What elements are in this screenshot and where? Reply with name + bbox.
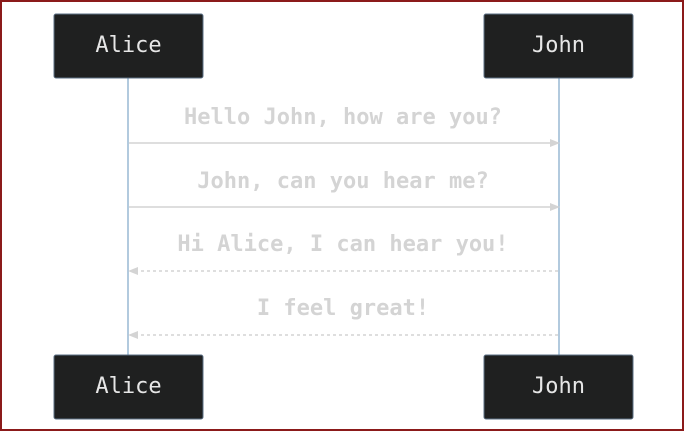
message-2: John, can you hear me?: [129, 169, 560, 211]
message-label: John, can you hear me?: [197, 169, 488, 194]
message-4: I feel great!: [128, 296, 558, 339]
sequence-diagram: Alice John Hello John, how are you? John…: [53, 13, 634, 420]
diagram-frame: Alice John Hello John, how are you? John…: [0, 0, 684, 431]
message-label: Hello John, how are you?: [184, 105, 502, 130]
actor-label: Alice: [95, 374, 161, 399]
actor-label: John: [532, 374, 585, 399]
arrowhead: [128, 267, 138, 275]
actor-label: Alice: [95, 33, 161, 58]
actor-john-top: John: [483, 13, 634, 79]
message-1: Hello John, how are you?: [129, 105, 560, 147]
message-label: Hi Alice, I can hear you!: [177, 232, 508, 257]
message-label: I feel great!: [257, 296, 429, 321]
actor-label: John: [532, 33, 585, 58]
arrowhead: [128, 331, 138, 339]
message-3: Hi Alice, I can hear you!: [128, 232, 558, 275]
actor-alice-bottom: Alice: [53, 354, 204, 420]
actor-john-bottom: John: [483, 354, 634, 420]
actor-alice-top: Alice: [53, 13, 204, 79]
